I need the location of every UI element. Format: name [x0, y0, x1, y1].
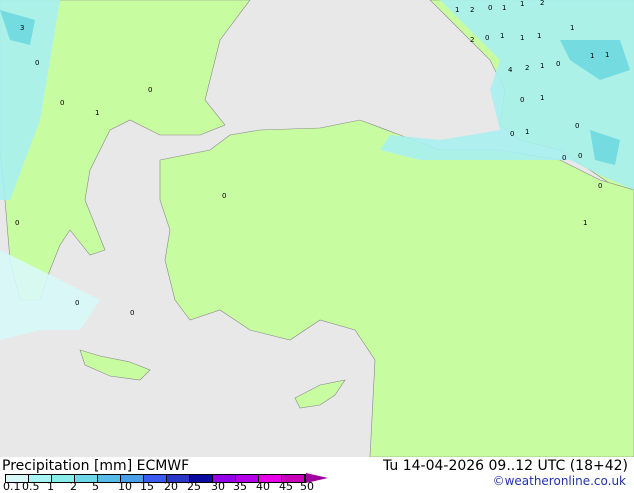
legend-tick: 0.1 — [3, 480, 21, 493]
precip-value-label: 1 — [95, 109, 99, 117]
precip-value-label: 0 — [520, 96, 524, 104]
precip-value-label: 2 — [470, 6, 474, 14]
legend-tick: 10 — [118, 480, 132, 493]
precip-value-label: 0 — [222, 192, 226, 200]
precip-value-label: 0 — [578, 152, 582, 160]
credit-link[interactable]: ©weatheronline.co.uk — [493, 474, 626, 488]
precip-value-label: 1 — [520, 34, 524, 42]
precip-value-label: 0 — [488, 4, 492, 12]
legend-tick: 25 — [187, 480, 201, 493]
precipitation-map: 1 2 0 1 1 2 2 0 1 1 1 1 4 2 1 0 1 1 0 1 0 1 0 0 0 0 1 3 0 0 1 0 0 0 0 0 — [0, 0, 634, 457]
legend-tick: 15 — [140, 480, 154, 493]
legend-tick: 50 — [300, 480, 314, 493]
precip-value-label: 1 — [540, 94, 544, 102]
legend-tick: 35 — [233, 480, 247, 493]
precip-value-label: 1 — [502, 4, 506, 12]
legend-tick: 30 — [211, 480, 225, 493]
precip-value-label: 0 — [556, 60, 560, 68]
precip-value-label: 0 — [15, 219, 19, 227]
precip-value-label: 1 — [605, 51, 609, 59]
precip-value-label: 1 — [455, 6, 459, 14]
legend-tick: 1 — [47, 480, 54, 493]
precip-value-label: 0 — [75, 299, 79, 307]
precip-value-label: 0 — [510, 130, 514, 138]
precip-value-label: 2 — [540, 0, 544, 7]
precip-value-label: 0 — [130, 309, 134, 317]
legend-tick: 40 — [256, 480, 270, 493]
precip-value-label: 1 — [500, 32, 504, 40]
precip-value-label: 0 — [575, 122, 579, 130]
precip-value-label: 4 — [508, 66, 513, 74]
legend-tick: 5 — [92, 480, 99, 493]
precip-value-label: 1 — [590, 52, 594, 60]
precip-value-label: 3 — [20, 24, 24, 32]
precip-value-label: 1 — [520, 0, 524, 8]
precip-value-label: 1 — [540, 62, 544, 70]
legend-tick: 20 — [164, 480, 178, 493]
precip-value-label: 0 — [562, 154, 566, 162]
precip-value-label: 0 — [35, 59, 39, 67]
precip-value-label: 1 — [570, 24, 574, 32]
precip-value-label: 0 — [598, 182, 602, 190]
legend-tick: 2 — [70, 480, 77, 493]
precip-value-label: 1 — [525, 128, 529, 136]
legend-tick: 0.5 — [22, 480, 40, 493]
precip-value-label: 1 — [537, 32, 541, 40]
precip-value-label: 0 — [148, 86, 152, 94]
map-title: Precipitation [mm] ECMWF — [2, 458, 190, 474]
valid-time: Tu 14-04-2026 09..12 UTC (18+42) — [382, 458, 628, 474]
precip-value-label: 2 — [525, 64, 529, 72]
precip-value-label: 0 — [485, 34, 489, 42]
precip-value-label: 2 — [470, 36, 474, 44]
legend-tick: 45 — [279, 480, 293, 493]
precip-value-label: 1 — [583, 219, 587, 227]
precip-value-label: 0 — [60, 99, 64, 107]
